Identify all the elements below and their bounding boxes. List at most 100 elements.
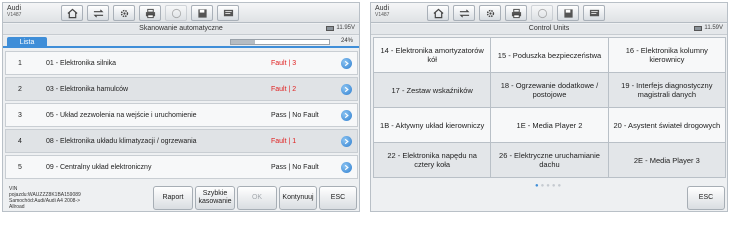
scan-progress-bar <box>230 39 330 45</box>
control-unit-cell[interactable]: 15 - Poduszka bezpieczeństwa <box>491 38 608 72</box>
vehicle-info-line: Allroad <box>9 204 25 210</box>
module-row[interactable]: 1 01 - Elektronika silnika Fault | 3 <box>5 51 358 75</box>
print-button[interactable] <box>505 5 527 21</box>
module-row[interactable]: 4 08 - Elektronika układu klimatyzacji / … <box>5 129 358 153</box>
home-button[interactable] <box>61 5 83 21</box>
module-row[interactable]: 3 05 - Układ zezwolenia na wejście i uruc… <box>5 103 358 127</box>
home-icon <box>433 8 443 18</box>
car-swap-icon <box>93 8 103 18</box>
module-row[interactable]: 2 03 - Elektronika hamulców Fault | 2 <box>5 77 358 101</box>
module-status: Pass | No Fault <box>271 112 319 119</box>
print-button[interactable] <box>139 5 161 21</box>
chevron-right-icon[interactable] <box>341 58 352 69</box>
module-index: 2 <box>18 86 22 93</box>
raport-button[interactable]: Raport <box>153 186 193 210</box>
car-swap-icon <box>459 8 469 18</box>
module-status: Fault | 3 <box>271 60 297 67</box>
settings-button[interactable] <box>479 5 501 21</box>
module-status: Pass | No Fault <box>271 164 319 171</box>
help-icon <box>537 8 547 18</box>
page-indicator: ●●●●● <box>371 183 727 189</box>
module-name: 05 - Układ zezwolenia na wejście i uruch… <box>46 112 197 119</box>
screen-title: Control Units <box>528 25 570 32</box>
continue-button[interactable]: Kontynuuj <box>279 186 317 210</box>
battery-voltage: 11.95V <box>336 25 355 31</box>
toolbar: Audi V1487 <box>3 3 359 23</box>
save-button[interactable] <box>191 5 213 21</box>
save-icon <box>563 8 573 18</box>
settings-icon <box>486 9 494 17</box>
print-icon <box>511 8 521 18</box>
screen-title: Skanowanie automatyczne <box>139 25 223 32</box>
print-icon <box>145 8 155 18</box>
auto-scan-window: Audi V1487 Skanowanie automatyczne 11.95… <box>2 2 360 212</box>
title-bar: Skanowanie automatyczne 11.95V <box>3 24 359 35</box>
scan-progress-percent: 24% <box>340 38 353 44</box>
control-unit-cell[interactable]: 22 - Elektronika napędu na cztery koła <box>374 143 491 177</box>
battery-indicator: 11.59V <box>694 25 723 31</box>
control-unit-cell[interactable]: 1E - Media Player 2 <box>491 108 608 142</box>
control-unit-cell[interactable]: 14 - Elektronika amortyzatorów kół <box>374 38 491 72</box>
brand-name: Audi <box>375 5 390 12</box>
module-status: Fault | 2 <box>271 86 297 93</box>
module-name: 03 - Elektronika hamulców <box>46 86 129 93</box>
control-unit-cell[interactable]: 20 - Asystent świateł drogowych <box>608 108 725 142</box>
settings-button[interactable] <box>113 5 135 21</box>
data-button[interactable] <box>583 5 605 21</box>
control-unit-grid: 14 - Elektronika amortyzatorów kół 15 - P… <box>373 37 726 178</box>
battery-indicator: 11.95V <box>326 25 355 31</box>
module-row[interactable]: 5 09 - Centralny układ elektroniczny Pass … <box>5 155 358 179</box>
battery-icon <box>694 25 703 31</box>
quick-erase-button[interactable]: Szybkie kasowanie <box>195 186 235 210</box>
title-bar: Control Units 11.59V <box>371 24 727 35</box>
chevron-right-icon[interactable] <box>341 162 352 173</box>
page-dot[interactable]: ● <box>557 183 563 189</box>
data-icon <box>223 9 233 16</box>
chevron-right-icon[interactable] <box>341 136 352 147</box>
esc-button[interactable]: ESC <box>687 186 725 210</box>
vehicle-brand: Audi V1487 <box>7 5 21 19</box>
module-index: 3 <box>18 112 22 119</box>
esc-button[interactable]: ESC <box>319 186 357 210</box>
control-unit-cell[interactable]: 26 - Elektryczne uruchamianie dachu <box>491 143 608 177</box>
chevron-right-icon[interactable] <box>341 110 352 121</box>
module-list: 1 01 - Elektronika silnika Fault | 3 2 03 - … <box>5 51 358 181</box>
battery-icon <box>326 25 335 31</box>
tab-row: Lista 24% <box>3 36 359 48</box>
vin-short: V1487 <box>7 12 22 18</box>
chevron-right-icon[interactable] <box>341 84 352 95</box>
save-button[interactable] <box>557 5 579 21</box>
data-button[interactable] <box>217 5 239 21</box>
control-units-window: Audi V1487 Control Units 11.59V 14 - Ele… <box>370 2 728 212</box>
save-icon <box>197 8 207 18</box>
battery-voltage: 11.59V <box>704 25 723 31</box>
settings-icon <box>120 9 128 17</box>
help-button[interactable] <box>165 5 187 21</box>
scan-progress-fill <box>231 40 255 44</box>
help-icon <box>171 8 181 18</box>
module-name: 01 - Elektronika silnika <box>46 60 117 67</box>
control-unit-cell[interactable]: 2E - Media Player 3 <box>608 143 725 177</box>
vehicle-swap-button[interactable] <box>87 5 109 21</box>
data-icon <box>589 9 599 16</box>
tab-lista[interactable]: Lista <box>7 37 47 48</box>
vin-short: V1487 <box>375 12 390 18</box>
toolbar: Audi V1487 <box>371 3 727 23</box>
ok-button[interactable]: OK <box>237 186 277 210</box>
vehicle-info: VIN pojazdu:WAUZZZ8K1BA159089 Samochód:A… <box>9 186 149 210</box>
module-index: 4 <box>18 138 22 145</box>
control-unit-cell[interactable]: 16 - Elektronika kolumny kierownicy <box>608 38 725 72</box>
home-button[interactable] <box>427 5 449 21</box>
module-name: 08 - Elektronika układu klimatyzacji / o… <box>46 138 197 145</box>
control-unit-cell[interactable]: 1B - Aktywny układ kierowniczy <box>374 108 491 142</box>
control-unit-cell[interactable]: 19 - Interfejs diagnostyczny magistrali … <box>608 73 725 107</box>
vehicle-swap-button[interactable] <box>453 5 475 21</box>
brand-name: Audi <box>7 5 22 12</box>
module-index: 5 <box>18 164 22 171</box>
home-icon <box>67 8 77 18</box>
control-unit-cell[interactable]: 18 - Ogrzewanie dodatkowe / postojowe <box>491 73 608 107</box>
control-unit-cell[interactable]: 17 - Zestaw wskaźników <box>374 73 491 107</box>
module-status: Fault | 1 <box>271 138 297 145</box>
vehicle-brand: Audi V1487 <box>375 5 389 19</box>
help-button[interactable] <box>531 5 553 21</box>
